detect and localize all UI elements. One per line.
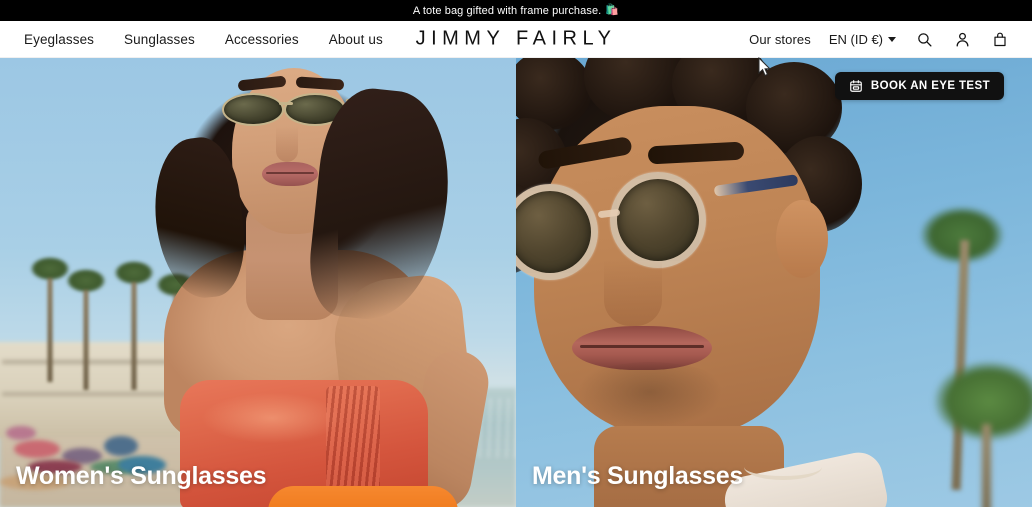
hero-mens-title[interactable]: Men's Sunglasses (532, 462, 743, 491)
announcement-bar[interactable]: A tote bag gifted with frame purchase. 🛍… (0, 0, 1032, 21)
announcement-text: A tote bag gifted with frame purchase. (412, 4, 602, 17)
nav-our-stores[interactable]: Our stores (749, 32, 811, 47)
calendar-icon (849, 79, 863, 93)
chevron-down-icon (888, 36, 896, 42)
nav-eyeglasses[interactable]: Eyeglasses (24, 32, 94, 47)
hero-womens-beachgoers (14, 440, 60, 458)
site-logo[interactable]: JIMMY FAIRLY (416, 28, 617, 51)
hero-panel-mens[interactable]: BOOK AN EYE TEST Men's Sunglasses (516, 58, 1032, 507)
book-an-eye-test-label: BOOK AN EYE TEST (870, 80, 990, 92)
tote-bag-emoji-icon: 🛍️ (605, 4, 620, 16)
utility-navigation: Our stores EN (ID €) (749, 29, 1032, 49)
hero-mens-model (516, 58, 956, 507)
hero-womens-title[interactable]: Women's Sunglasses (16, 462, 266, 491)
hero-section: Women's Sunglasses BOOK AN EYE TEST Men'… (0, 58, 1032, 507)
primary-navigation: Eyeglasses Sunglasses Accessories About … (0, 32, 749, 47)
nav-sunglasses[interactable]: Sunglasses (124, 32, 195, 47)
account-icon[interactable] (952, 29, 972, 49)
nav-about-us[interactable]: About us (329, 32, 383, 47)
hero-womens-model (128, 58, 494, 507)
book-an-eye-test-button[interactable]: BOOK AN EYE TEST (834, 72, 1004, 100)
language-currency-label: EN (ID €) (828, 31, 883, 47)
site-header: Eyeglasses Sunglasses Accessories About … (0, 21, 1032, 58)
hero-panel-womens[interactable]: Women's Sunglasses (0, 58, 516, 507)
nav-accessories[interactable]: Accessories (225, 32, 299, 47)
language-currency-selector[interactable]: EN (ID €) (829, 32, 896, 47)
search-icon[interactable] (914, 29, 934, 49)
shopping-bag-icon[interactable] (990, 29, 1010, 49)
hero-womens-beachgoers (6, 426, 36, 440)
page-root: A tote bag gifted with frame purchase. 🛍… (0, 0, 1032, 507)
